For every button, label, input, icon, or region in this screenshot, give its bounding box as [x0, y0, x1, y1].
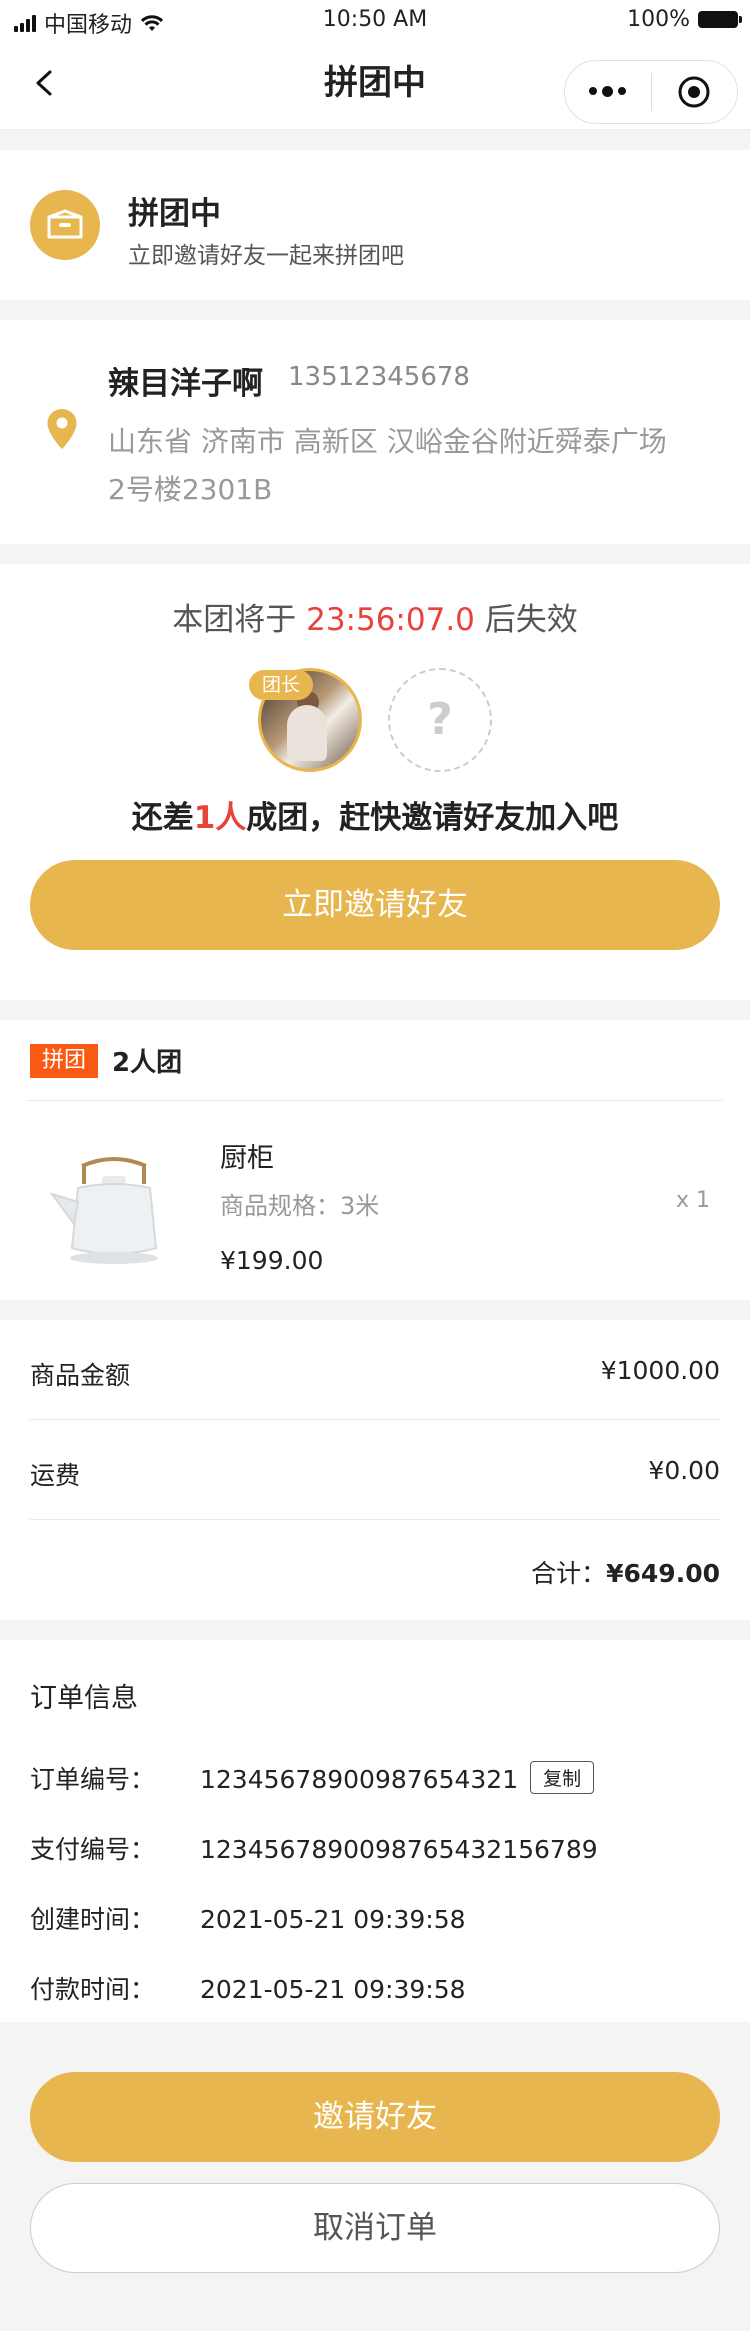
product-image[interactable] — [44, 1140, 184, 1280]
cancel-order-button[interactable]: 取消订单 — [30, 2183, 720, 2273]
order-info-title: 订单信息 — [30, 1683, 138, 1714]
more-icon[interactable] — [565, 86, 651, 97]
address-detail: 山东省 济南市 高新区 汉峪金谷附近舜泰广场2号楼2301B — [108, 425, 667, 506]
invite-friends-button[interactable]: 立即邀请好友 — [30, 860, 720, 950]
status-subtitle: 立即邀请好友一起来拼团吧 — [128, 243, 404, 269]
group-progress-card: 本团将于 23:56:07.0 后失效 团长 ? 还差1人成团，赶快邀请好友加入… — [0, 564, 750, 1000]
goods-amount-label: 商品金额 — [30, 1361, 131, 1390]
invite-button[interactable]: 邀请好友 — [30, 2072, 720, 2162]
group-size-label: 2人团 — [112, 1048, 183, 1078]
order-number-row: 订单编号： 12345678900987654321 复制 — [30, 1760, 595, 1796]
created-time-label: 创建时间： — [30, 1905, 156, 1934]
recipient-name: 辣目洋子啊 — [108, 366, 263, 402]
battery-icon — [698, 11, 742, 28]
mini-program-capsule — [564, 60, 738, 124]
status-title: 拼团中 — [128, 196, 221, 232]
created-time-row: 创建时间： 2021-05-21 09:39:58 — [30, 1900, 466, 1936]
shipping-row: 运费 ¥0.00 — [30, 1420, 720, 1520]
amount-card: 商品金额 ¥1000.00 运费 ¥0.00 合计：¥649.00 — [0, 1320, 750, 1620]
shipping-value: ¥0.00 — [648, 1456, 720, 1485]
recipient-phone: 13512345678 — [288, 362, 470, 392]
product-name: 厨柜 — [220, 1143, 274, 1174]
address-card[interactable]: 辣目洋子啊 13512345678 山东省 济南市 高新区 汉峪金谷附近舜泰广场… — [0, 320, 750, 544]
status-right: 100% — [627, 7, 742, 32]
product-quantity: x 1 — [675, 1188, 710, 1213]
payment-number-value: 1234567890098765432156789 — [200, 1835, 598, 1864]
shipping-label: 运费 — [30, 1461, 81, 1490]
battery-percent: 100% — [627, 7, 690, 32]
countdown-time: 23:56:07.0 — [306, 602, 475, 638]
empty-member-slot: ? — [388, 668, 492, 772]
need-prefix: 还差 — [131, 800, 194, 836]
product-price: ¥199.00 — [220, 1246, 324, 1275]
location-pin-icon — [47, 409, 77, 449]
countdown-suffix: 后失效 — [484, 602, 578, 638]
close-target-icon[interactable] — [652, 75, 738, 109]
order-number-label: 订单编号： — [30, 1765, 156, 1794]
payment-number-label: 支付编号： — [30, 1835, 156, 1864]
countdown-text: 本团将于 23:56:07.0 后失效 — [0, 594, 750, 639]
paid-time-value: 2021-05-21 09:39:58 — [200, 1975, 466, 2004]
total-value: ¥649.00 — [606, 1559, 720, 1588]
divider — [28, 1100, 722, 1101]
order-info-card: 订单信息 订单编号： 12345678900987654321 复制 支付编号： 12… — [0, 1640, 750, 2022]
goods-amount-row: 商品金额 ¥1000.00 — [30, 1320, 720, 1420]
product-spec: 商品规格：3米 — [220, 1192, 380, 1220]
paid-time-label: 付款时间： — [30, 1975, 156, 2004]
box-icon — [30, 190, 100, 260]
group-status-card: 拼团中 立即邀请好友一起来拼团吧 — [0, 150, 750, 300]
group-buy-tag: 拼团 — [30, 1044, 99, 1078]
members-needed-text: 还差1人成团，赶快邀请好友加入吧 — [0, 792, 750, 837]
leader-badge: 团长 — [249, 670, 313, 700]
product-card: 拼团 2人团 厨柜 商品规格：3米 x 1 ¥199.00 — [0, 1020, 750, 1300]
nav-bar: 拼团中 — [0, 40, 750, 130]
need-count: 1人 — [193, 800, 247, 836]
status-bar: 中国移动 10:50 AM 100% — [0, 0, 750, 40]
total-row: 合计：¥649.00 — [531, 1554, 720, 1590]
countdown-prefix: 本团将于 — [172, 602, 297, 638]
payment-number-row: 支付编号： 1234567890098765432156789 — [30, 1830, 598, 1866]
total-label: 合计： — [531, 1559, 607, 1588]
need-suffix: 成团，赶快邀请好友加入吧 — [246, 800, 619, 836]
order-number-value: 12345678900987654321 — [200, 1765, 519, 1794]
paid-time-row: 付款时间： 2021-05-21 09:39:58 — [30, 1970, 466, 2006]
copy-button[interactable]: 复制 — [530, 1761, 595, 1794]
goods-amount-value: ¥1000.00 — [600, 1356, 720, 1385]
created-time-value: 2021-05-21 09:39:58 — [200, 1905, 466, 1934]
